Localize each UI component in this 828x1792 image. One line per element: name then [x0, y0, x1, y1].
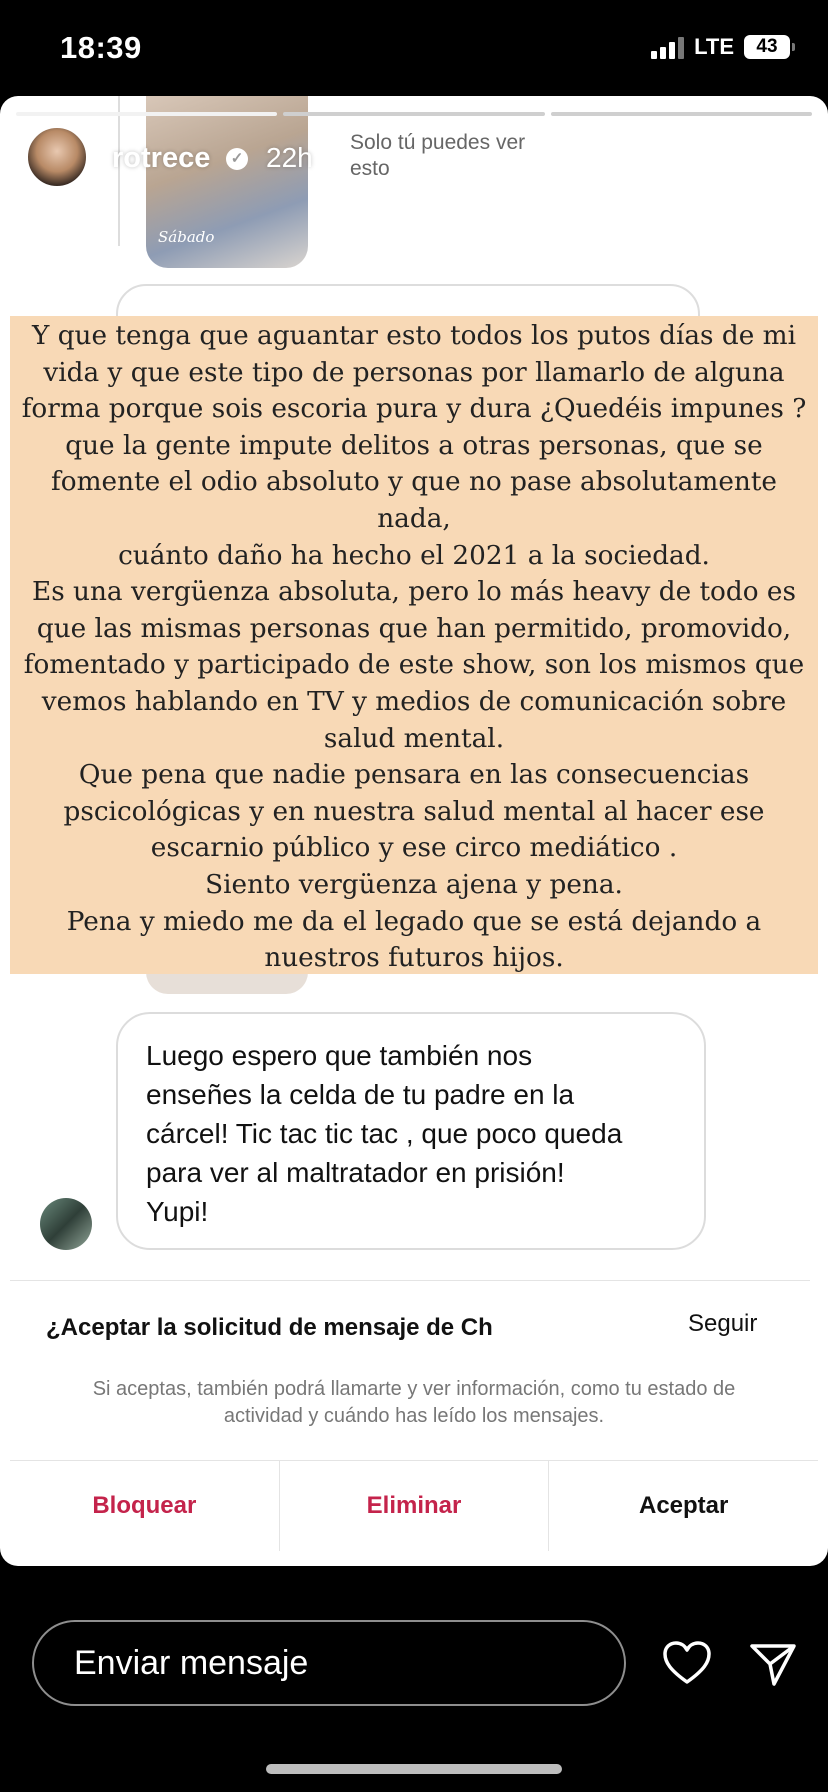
- home-indicator: [266, 1764, 562, 1774]
- story-header: rotrece ✓ 22h Solo tú puedes ver esto ••…: [0, 96, 828, 256]
- message-line: para ver al maltratador en prisión!: [146, 1157, 565, 1188]
- overlay-line: nada,: [377, 503, 451, 534]
- status-time: 18:39: [60, 30, 142, 65]
- overlay-line: fomentado y participado de este show, so…: [23, 650, 805, 681]
- follow-partial: Seguir: [688, 1310, 758, 1337]
- message-line: Yupi!: [146, 1196, 209, 1227]
- sender-avatar[interactable]: [40, 1198, 92, 1250]
- message-line: enseñes la celda de tu padre en la: [146, 1079, 575, 1110]
- accept-button[interactable]: Aceptar: [549, 1461, 818, 1551]
- overlay-line: Y que tenga que aguantar esto todos los …: [31, 321, 796, 351]
- request-title: ¿Aceptar la solicitud de mensaje de Ch: [46, 1314, 493, 1341]
- send-icon[interactable]: [748, 1640, 798, 1688]
- story-text-overlay: Y que tenga que aguantar esto todos los …: [10, 316, 818, 974]
- heart-icon[interactable]: [662, 1640, 712, 1686]
- more-options-icon[interactable]: •••: [690, 142, 728, 176]
- overlay-line: nuestros futuros hijos.: [264, 943, 564, 974]
- divider: [10, 1280, 810, 1281]
- message-line: cárcel! Tic tac tic tac , que poco queda: [146, 1118, 623, 1149]
- visibility-note: Solo tú puedes ver esto: [350, 131, 526, 180]
- overlay-line: Que pena que nadie pensara en las consec…: [78, 760, 750, 791]
- post-time: 22h: [266, 142, 313, 173]
- overlay-line: pscicológicas y en nuestra salud mental …: [63, 796, 765, 827]
- block-button[interactable]: Bloquear: [10, 1461, 280, 1551]
- overlay-line: forma porque sois escoria pura y dura ¿Q…: [21, 394, 807, 425]
- message-line: Luego espero que también nos: [146, 1040, 533, 1071]
- battery-icon: 43: [744, 35, 795, 59]
- overlay-line: que la gente impute delitos a otras pers…: [65, 430, 763, 461]
- overlay-line: vemos hablando en TV y medios de comunic…: [41, 686, 787, 717]
- delete-button[interactable]: Eliminar: [280, 1461, 550, 1551]
- message-bubble: Luego espero que también nos enseñes la c…: [116, 1012, 706, 1250]
- signal-icon: [651, 35, 685, 59]
- verified-icon: ✓: [226, 148, 248, 170]
- network-label: LTE: [694, 34, 734, 59]
- overlay-line: escarnio público y ese circo mediático .: [150, 833, 678, 864]
- overlay-line: Pena y miedo me da el legado que se está…: [66, 906, 762, 937]
- overlay-line: salud mental.: [323, 723, 505, 754]
- overlay-line: fomente el odio absoluto y que no pase a…: [51, 467, 777, 498]
- close-icon[interactable]: [762, 142, 808, 188]
- request-description: Si aceptas, también podrá llamarte y ver…: [92, 1378, 736, 1427]
- avatar[interactable]: [26, 126, 88, 188]
- send-message-input[interactable]: Enviar mensaje: [32, 1620, 626, 1706]
- overlay-line: que las mismas personas que han permitid…: [36, 613, 792, 644]
- overlay-line: Es una vergüenza absoluta, pero lo más h…: [32, 577, 796, 608]
- username[interactable]: rotrece: [112, 142, 210, 175]
- story-card: Sábado rotrece ✓ 22h Solo tú puedes ver …: [0, 96, 828, 1566]
- overlay-line: Siento vergüenza ajena y pena.: [205, 869, 623, 900]
- status-indicators: LTE 43: [651, 34, 795, 60]
- overlay-line: vida y que este tipo de personas por lla…: [43, 357, 785, 388]
- overlay-line: cuánto daño ha hecho el 2021 a la socied…: [118, 540, 710, 571]
- request-actions: Bloquear Eliminar Aceptar: [10, 1460, 818, 1551]
